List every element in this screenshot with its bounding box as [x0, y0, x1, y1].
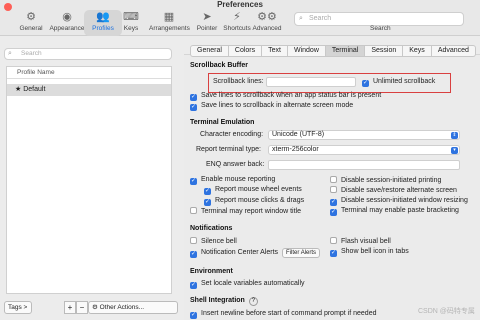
checkbox-checked-icon: ✓	[204, 188, 211, 195]
environment-section-title: Environment	[190, 268, 233, 275]
encoding-label: Character encoding:	[200, 131, 264, 138]
mouse-clicks-checkbox[interactable]: ✓ Report mouse clicks & drags	[204, 197, 304, 206]
terminal-type-label: Report terminal type:	[196, 146, 261, 153]
window-title: Preferences	[217, 0, 263, 9]
remove-profile-button[interactable]: −	[76, 301, 88, 314]
mouse-wheel-checkbox[interactable]: ✓ Report mouse wheel events	[204, 186, 302, 195]
checkbox-unchecked-icon	[190, 237, 197, 244]
star-icon: ★	[15, 86, 22, 93]
tags-button[interactable]: Tags >	[4, 301, 32, 314]
checkbox-checked-icon: ✓	[330, 250, 337, 257]
tab-keys[interactable]: Keys	[403, 45, 432, 57]
report-window-title-checkbox[interactable]: Terminal may report window title	[190, 207, 301, 215]
scrollback-section-title: Scrollback Buffer	[190, 62, 248, 69]
toolbar-search-label: Search	[370, 25, 391, 32]
checkbox-checked-icon: ✓	[190, 94, 197, 101]
checkbox-unchecked-icon	[330, 186, 337, 193]
silence-bell-checkbox[interactable]: Silence bell	[190, 237, 237, 245]
paste-bracketing-checkbox[interactable]: ✓ Terminal may enable paste bracketing	[330, 207, 459, 216]
tab-general[interactable]: General	[190, 45, 229, 57]
checkbox-checked-icon: ✓	[204, 199, 211, 206]
tab-advanced[interactable]: Advanced	[431, 45, 476, 57]
checkbox-checked-icon: ✓	[190, 104, 197, 111]
profile-search-input[interactable]: ⌕ Search	[4, 48, 172, 60]
checkbox-unchecked-icon	[190, 207, 197, 214]
status-bar-scrollback-checkbox[interactable]: ✓ Save lines to scrollback when an app st…	[190, 92, 381, 101]
filter-alerts-button[interactable]: Filter Alerts	[282, 248, 321, 258]
toolbar-arrangements[interactable]: ▦ Arrangements	[149, 10, 190, 36]
toolbar-keys[interactable]: ⌨ Keys	[112, 10, 150, 36]
search-icon: ⌕	[299, 15, 303, 22]
flash-bell-checkbox[interactable]: Flash visual bell	[330, 237, 391, 245]
emulation-section-title: Terminal Emulation	[190, 119, 255, 126]
checkbox-unchecked-icon	[330, 237, 337, 244]
scrollback-lines-input[interactable]	[266, 77, 356, 87]
toolbar-search-input[interactable]: ⌕ Search	[294, 12, 464, 26]
watermark-text: CSDN @码特专属	[418, 308, 475, 315]
checkbox-checked-icon: ✓	[330, 199, 337, 206]
insert-newline-checkbox[interactable]: ✓ Insert newline before start of command …	[190, 310, 376, 319]
profile-list: Profile Name ★ Default	[6, 66, 172, 294]
arrangements-icon: ▦	[163, 11, 175, 23]
gears-icon: ⚙⚙	[257, 11, 277, 23]
tab-text[interactable]: Text	[262, 45, 288, 57]
keyboard-icon: ⌨	[123, 11, 139, 23]
checkbox-unchecked-icon	[330, 176, 337, 183]
profile-tabs: General Colors Text Window Terminal Sess…	[190, 45, 476, 57]
locale-checkbox[interactable]: ✓ Set locale variables automatically	[190, 280, 305, 289]
disable-resizing-checkbox[interactable]: ✓ Disable session-initiated window resizi…	[330, 197, 468, 206]
sidebar-footer: Tags > + − ⚙ Other Actions...	[2, 301, 178, 315]
other-actions-button[interactable]: ⚙ Other Actions...	[88, 301, 178, 314]
chevron-updown-icon: ⇕	[451, 132, 458, 139]
chevron-down-icon: ▾	[451, 147, 458, 154]
checkbox-checked-icon: ✓	[190, 312, 197, 319]
unlimited-scrollback-checkbox[interactable]: ✓ Unlimited scrollback	[362, 78, 435, 87]
checkbox-checked-icon: ✓	[330, 209, 337, 216]
eye-icon: ◉	[62, 11, 72, 23]
alt-screen-scrollback-checkbox[interactable]: ✓ Save lines to scrollback in alternate s…	[190, 102, 353, 111]
profile-list-header[interactable]: Profile Name	[7, 67, 171, 79]
checkbox-checked-icon: ✓	[190, 251, 197, 258]
nc-alerts-checkbox[interactable]: ✓ Notification Center Alerts Filter Alerts	[190, 248, 321, 258]
tab-terminal[interactable]: Terminal	[325, 45, 366, 57]
gear-icon: ⚙	[26, 11, 36, 23]
add-profile-button[interactable]: +	[64, 301, 76, 314]
tab-colors[interactable]: Colors	[228, 45, 263, 57]
enq-input[interactable]	[268, 160, 460, 170]
disable-alt-screen-checkbox[interactable]: Disable save/restore alternate screen	[330, 186, 457, 194]
checkbox-checked-icon: ✓	[190, 178, 197, 185]
encoding-select[interactable]: Unicode (UTF-8) ⇕	[268, 130, 460, 140]
disable-printing-checkbox[interactable]: Disable session-initiated printing	[330, 176, 441, 184]
checkbox-checked-icon: ✓	[362, 80, 369, 87]
bell-icon-tabs-checkbox[interactable]: ✓ Show bell icon in tabs	[330, 248, 409, 257]
toolbar-advanced[interactable]: ⚙⚙ Advanced	[248, 10, 286, 36]
gear-icon: ⚙	[92, 304, 98, 311]
checkbox-checked-icon: ✓	[190, 282, 197, 289]
toolbar-appearance[interactable]: ◉ Appearance	[48, 10, 86, 36]
shell-section-title: Shell Integration?	[190, 297, 258, 306]
tab-window[interactable]: Window	[287, 45, 326, 57]
terminal-type-combo[interactable]: xterm-256color ▾	[268, 145, 460, 155]
enq-label: ENQ answer back:	[206, 161, 265, 168]
tab-session[interactable]: Session	[365, 45, 404, 57]
help-icon[interactable]: ?	[248, 297, 258, 306]
profile-name: Default	[23, 86, 46, 93]
toolbar-general[interactable]: ⚙ General	[12, 10, 50, 36]
profile-row-default[interactable]: ★ Default	[7, 84, 171, 96]
notifications-section-title: Notifications	[190, 225, 233, 232]
mouse-reporting-checkbox[interactable]: ✓ Enable mouse reporting	[190, 176, 275, 185]
scrollback-lines-label: Scrollback lines:	[213, 78, 264, 85]
search-icon: ⌕	[8, 50, 12, 57]
